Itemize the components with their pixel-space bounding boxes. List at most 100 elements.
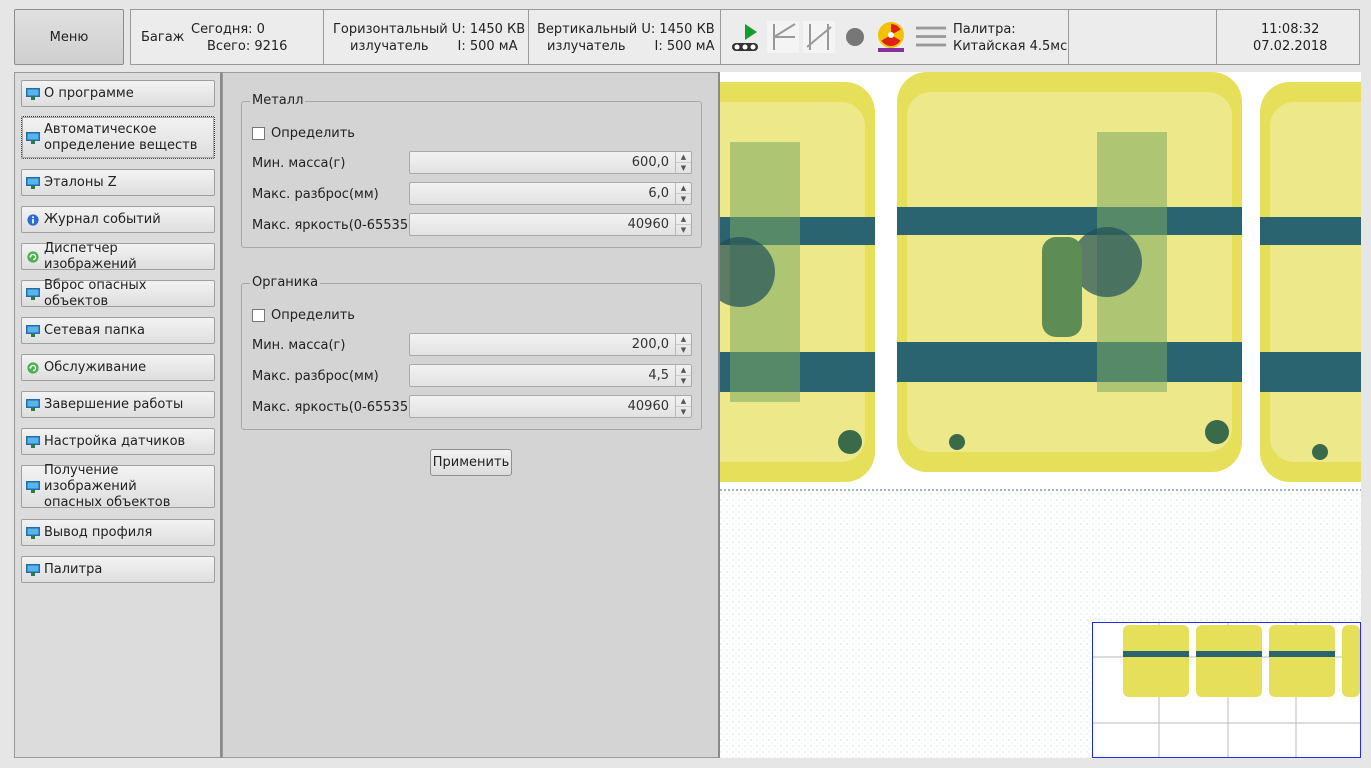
toolbar: Палитра: Китайская 4.5мс <box>721 10 1069 64</box>
refresh-icon <box>27 250 39 263</box>
vertical-emitter-status: Вертикальный U: 1450 КВ излучатель I: 50… <box>529 10 721 64</box>
organic-min-mass-arrows[interactable]: ▲ ▼ <box>675 334 691 355</box>
metal-max-spread-label: Макс. разброс(мм) <box>252 187 379 202</box>
organic-max-brightness-spinbox[interactable]: 40960 ▲ ▼ <box>409 395 692 418</box>
sidebar-item-6[interactable]: Сетевая папка <box>21 317 215 344</box>
organic-max-brightness-arrows[interactable]: ▲ ▼ <box>675 396 691 417</box>
sidebar-item-5[interactable]: Вброс опасных объектов <box>21 277 215 309</box>
record-dot-icon[interactable] <box>839 20 871 54</box>
monitor-icon <box>26 287 40 300</box>
apply-button[interactable]: Применить <box>430 449 512 476</box>
sidebar-item-label: Журнал событий <box>44 211 161 227</box>
monitor-icon <box>26 131 40 144</box>
spin-down-icon[interactable]: ▼ <box>676 406 691 417</box>
organic-min-mass-spinbox[interactable]: 200,0 ▲ ▼ <box>409 333 692 356</box>
sidebar-item-2[interactable]: Эталоны Z <box>21 169 215 196</box>
baggage-total: Всего: 9216 <box>207 39 288 54</box>
monitor-icon <box>26 480 40 493</box>
conveyor-play-icon[interactable] <box>729 20 761 54</box>
sidebar-item-8[interactable]: Завершение работы <box>21 391 215 418</box>
sidebar-item-4[interactable]: Диспетчер изображений <box>21 240 215 272</box>
sidebar-item-10[interactable]: Получение изображений опасных объектов <box>21 462 215 510</box>
sidebar-item-label: Получение изображений опасных объектов <box>44 462 171 510</box>
spin-up-icon[interactable]: ▲ <box>676 214 691 224</box>
metal-detect-checkbox[interactable]: Определить <box>252 126 355 141</box>
spin-down-icon[interactable]: ▼ <box>676 193 691 204</box>
xray-image-viewer[interactable] <box>720 72 1361 758</box>
metal-min-mass-value: 600,0 <box>631 155 669 170</box>
status-empty-slot <box>1069 10 1217 64</box>
metal-max-brightness-arrows[interactable]: ▲ ▼ <box>675 214 691 235</box>
metal-detect-box[interactable] <box>252 127 265 140</box>
metal-min-mass-spinbox[interactable]: 600,0 ▲ ▼ <box>409 151 692 174</box>
sidebar-item-12[interactable]: Палитра <box>21 556 215 583</box>
spin-up-icon[interactable]: ▲ <box>676 152 691 162</box>
monitor-icon <box>26 324 40 337</box>
horizontal-emitter-status: Горизонтальный U: 1450 КВ излучатель I: … <box>324 10 529 64</box>
sidebar-item-3[interactable]: Журнал событий <box>21 206 215 233</box>
palette-label: Палитра: <box>953 22 1016 37</box>
spin-down-icon[interactable]: ▼ <box>676 375 691 386</box>
metal-max-spread-spinbox[interactable]: 6,0 ▲ ▼ <box>409 182 692 205</box>
organic-min-mass-value: 200,0 <box>631 337 669 352</box>
sidebar-item-label: Эталоны Z <box>44 174 117 190</box>
bottom-strip <box>720 758 1371 768</box>
spin-up-icon[interactable]: ▲ <box>676 396 691 406</box>
organic-max-spread-arrows[interactable]: ▲ ▼ <box>675 365 691 386</box>
spin-up-icon[interactable]: ▲ <box>676 183 691 193</box>
organic-detect-box[interactable] <box>252 309 265 322</box>
monitor-icon <box>26 87 40 100</box>
lines-icon[interactable] <box>915 20 947 54</box>
metal-group-title: Металл <box>250 93 306 108</box>
sidebar: О программе Автоматическое определение ве… <box>14 72 222 758</box>
spin-down-icon[interactable]: ▼ <box>676 344 691 355</box>
organic-max-brightness-value: 40960 <box>627 399 669 414</box>
sidebar-item-11[interactable]: Вывод профиля <box>21 519 215 546</box>
radiation-icon[interactable] <box>875 20 907 54</box>
palette-value: Китайская 4.5мс <box>953 39 1068 54</box>
edge-filter-icon[interactable] <box>767 20 799 54</box>
sidebar-item-label: Диспетчер изображений <box>44 240 137 272</box>
organic-min-mass-label: Мин. масса(г) <box>252 338 346 353</box>
sidebar-item-label: Вывод профиля <box>44 524 153 540</box>
metal-min-mass-arrows[interactable]: ▲ ▼ <box>675 152 691 173</box>
refresh-icon <box>27 361 39 374</box>
sidebar-item-label: Настройка датчиков <box>44 433 186 449</box>
monitor-icon <box>26 526 40 539</box>
vertical-emitter-voltage: Вертикальный U: 1450 КВ <box>537 22 715 37</box>
metal-max-brightness-spinbox[interactable]: 40960 ▲ ▼ <box>409 213 692 236</box>
organic-detect-label: Определить <box>271 308 355 323</box>
sidebar-item-1[interactable]: Автоматическое определение веществ <box>21 116 215 159</box>
sidebar-item-label: Вброс опасных объектов <box>44 277 147 309</box>
monitor-icon <box>26 176 40 189</box>
settings-panel: Металл Определить Мин. масса(г) 600,0 ▲ ▼… <box>222 72 720 758</box>
menu-button[interactable]: Меню <box>14 9 124 65</box>
sidebar-item-7[interactable]: Обслуживание <box>21 354 215 381</box>
apply-label: Применить <box>432 455 510 470</box>
sidebar-item-9[interactable]: Настройка датчиков <box>21 428 215 455</box>
slope-filter-icon[interactable] <box>803 20 835 54</box>
organic-max-brightness-label: Макс. яркость(0-65535) <box>252 400 414 415</box>
monitor-icon <box>26 563 40 576</box>
metal-max-spread-arrows[interactable]: ▲ ▼ <box>675 183 691 204</box>
metal-max-brightness-value: 40960 <box>627 217 669 232</box>
sidebar-item-label: Автоматическое определение веществ <box>44 121 198 153</box>
info-icon <box>27 213 39 226</box>
organic-max-spread-spinbox[interactable]: 4,5 ▲ ▼ <box>409 364 692 387</box>
metal-max-spread-value: 6,0 <box>648 186 669 201</box>
vertical-emitter-current: излучатель I: 500 мА <box>547 39 715 54</box>
sidebar-item-0[interactable]: О программе <box>21 80 215 107</box>
organic-max-spread-label: Макс. разброс(мм) <box>252 369 379 384</box>
metal-detect-label: Определить <box>271 126 355 141</box>
sidebar-item-label: Обслуживание <box>44 359 147 375</box>
sidebar-item-label: Палитра <box>44 561 103 577</box>
spin-up-icon[interactable]: ▲ <box>676 365 691 375</box>
spin-down-icon[interactable]: ▼ <box>676 224 691 235</box>
clock-time: 11:08:32 <box>1261 22 1320 37</box>
monitor-icon <box>26 398 40 411</box>
spin-up-icon[interactable]: ▲ <box>676 334 691 344</box>
minimap[interactable] <box>1092 622 1361 758</box>
spin-down-icon[interactable]: ▼ <box>676 162 691 173</box>
metal-group: Металл Определить Мин. масса(г) 600,0 ▲ ▼… <box>241 93 702 248</box>
organic-detect-checkbox[interactable]: Определить <box>252 308 355 323</box>
